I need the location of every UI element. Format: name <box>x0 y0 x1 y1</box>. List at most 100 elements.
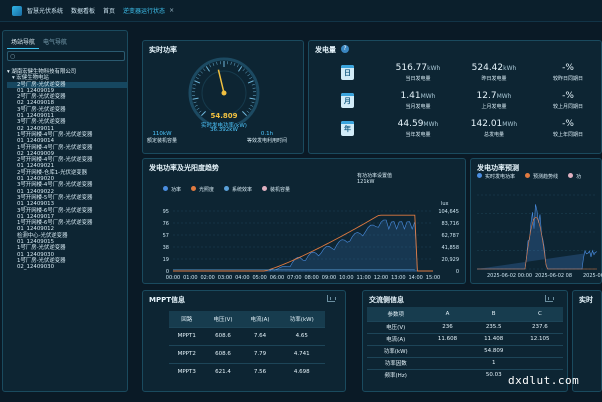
panel-title: 发电量 <box>315 46 336 54</box>
calendar-icon: 年 <box>341 121 354 136</box>
table-cell: 11.408 <box>470 332 517 345</box>
table-row: MPPT1 608.6 7.64 4.65 <box>169 326 325 345</box>
gauge-tick <box>251 84 255 86</box>
nav-dashboard[interactable]: 数据看板 <box>71 6 95 15</box>
gauge-tick <box>249 97 256 100</box>
table-cell: 608.6 <box>204 344 242 363</box>
sidebar: 场站导航 电气导航 ○ ▾ 湖南宏健生物科技有限公司 ▾ 宏健生物电站 2号厂房… <box>2 30 128 392</box>
table-header: A <box>424 307 471 321</box>
gauge-tick <box>216 61 218 65</box>
table-cell: 7.79 <box>241 344 279 363</box>
generation-row: 日 516.77kWh 当日发电量 524.42kWh 昨日发电量 -% 较昨日同期日 <box>341 63 602 85</box>
calendar-icon: 月 <box>341 93 354 108</box>
table-row: 功率因数 1 <box>367 356 563 369</box>
tab-inverter-status[interactable]: 逆变器运行状态 <box>123 6 165 15</box>
x-tick: 2025-06-03 <box>583 273 602 279</box>
table-row: MPPT2 608.6 7.79 4.741 <box>169 344 325 363</box>
gauge-needle <box>217 69 225 94</box>
table-cell: 54.809 <box>424 344 563 357</box>
y-tick-right: 20,929 <box>442 257 460 263</box>
y-tick-right: 83,716 <box>442 221 460 227</box>
x-tick: 00:00 <box>166 275 180 281</box>
top-bar: 智慧光伏系统 数据看板 首页 逆变器运行状态 × <box>0 0 602 22</box>
y-tick-left: 76 <box>163 221 169 227</box>
panel-title: 实时 <box>579 296 593 304</box>
gauge-tick <box>192 97 199 100</box>
table-row: MPPT3 621.4 7.56 4.698 <box>169 362 325 381</box>
close-tab-icon[interactable]: × <box>169 7 174 14</box>
table-header: C <box>516 307 563 321</box>
table-cell: 7.64 <box>241 326 279 345</box>
table-cell: 12.105 <box>516 332 563 345</box>
table-header: 电压(V) <box>204 311 242 327</box>
x-tick: 13:00 <box>391 275 405 281</box>
table-header: B <box>470 307 517 321</box>
generation-row: 月 1.41MWh 当月发电量 12.7MWh 上月发电量 -% 较上月同期日 <box>341 91 602 113</box>
gauge-tick <box>193 84 197 86</box>
gauge-tick <box>194 104 198 107</box>
mppt-panel: MPPT信息 回路 电压(V) 电流(A) 功率(kW) MPPT1 608.6 7.64 4… <box>142 290 346 392</box>
y-tick-left: 95 <box>163 209 169 215</box>
chart-toggle-icon[interactable] <box>327 295 336 302</box>
gauge-tick <box>194 80 201 84</box>
x-tick: 11:00 <box>356 275 370 281</box>
realtime-power-series <box>477 204 598 270</box>
table-cell: 频率(Hz) <box>367 368 425 381</box>
tree-device-item[interactable]: 02_12409030 <box>7 264 127 270</box>
station-tree: ▾ 湖南宏健生物科技有限公司 ▾ 宏健生物电站 2号厂房-光伏逆变器 01_124… <box>7 69 127 271</box>
generation-stat: 12.7MWh 上月发电量 <box>476 91 512 110</box>
gauge-tick <box>193 101 197 104</box>
table-cell: 功率(kW) <box>367 344 425 357</box>
x-tick: 07:00 <box>287 275 301 281</box>
table-cell: 608.6 <box>204 326 242 345</box>
y-tick-right: 0 <box>456 269 459 275</box>
x-tick: 05:00 <box>252 275 266 281</box>
help-icon[interactable]: ? <box>341 45 349 53</box>
app-title: 智慧光伏系统 <box>27 8 64 15</box>
table-cell: 4.65 <box>278 326 325 345</box>
table-cell: MPPT2 <box>169 344 205 363</box>
generation-stat: -% 较上年同期日 <box>552 119 583 138</box>
gauge-tick <box>203 68 206 72</box>
table-cell: MPPT3 <box>169 362 205 381</box>
tab-station-nav[interactable]: 场站导航 <box>7 35 40 49</box>
gauge-tick <box>236 64 239 68</box>
gauge-value: 54.809 <box>210 112 238 120</box>
panel-title: MPPT信息 <box>149 296 186 304</box>
panel-title: 实时功率 <box>149 46 177 54</box>
gauge-tick <box>200 71 203 74</box>
nav-home[interactable]: 首页 <box>103 6 115 15</box>
y-tick-right: 104,645 <box>438 209 459 215</box>
tab-electrical-nav[interactable]: 电气导航 <box>39 35 71 49</box>
table-cell: 4.698 <box>278 362 325 381</box>
panel-title: 交流侧信息 <box>369 296 404 304</box>
y-tick-right: 62,787 <box>442 233 460 239</box>
power-trend-panel: 发电功率及光阳度趋势 有功功率设置值 121kW 功率 光照度 系统效率 装机容量 9… <box>142 158 466 284</box>
gauge-tick <box>230 61 232 65</box>
ac-table: 参数项 A B C 电压(V) 236 235.5 237.6 电流(A) 11.608 11.40… <box>367 307 563 381</box>
generation-stat: 142.01MWh 总发电量 <box>470 119 518 138</box>
table-cell: 237.6 <box>516 320 563 333</box>
table-cell: 7.56 <box>241 362 279 381</box>
gauge-tick <box>245 71 248 74</box>
x-tick: 12:00 <box>374 275 388 281</box>
y-tick-left: 19 <box>163 257 169 263</box>
generation-row: 年 44.59MWh 当年发电量 142.01MWh 总发电量 -% 较上年同期日 <box>341 119 602 141</box>
generation-stat: -% 较昨日同期日 <box>552 63 583 82</box>
chart-toggle-icon[interactable] <box>545 295 554 302</box>
x-tick: 10:00 <box>339 275 353 281</box>
gauge-tick <box>249 77 253 80</box>
table-header: 电流(A) <box>241 311 279 327</box>
gauge-tick <box>197 73 201 77</box>
mppt-table: 回路 电压(V) 电流(A) 功率(kW) MPPT1 608.6 7.64 4.65 MPPT… <box>169 311 325 381</box>
table-cell: 235.5 <box>470 320 517 333</box>
table-row: 电压(V) 236 235.5 237.6 <box>367 320 563 333</box>
search-input[interactable]: ○ <box>7 51 125 61</box>
generation-stat: 1.41MWh 当月发电量 <box>400 91 436 110</box>
generation-stat: 524.42kWh 昨日发电量 <box>471 63 517 82</box>
table-cell: 电压(V) <box>367 320 425 333</box>
x-tick: 09:00 <box>322 275 336 281</box>
gauge-tick <box>233 62 236 66</box>
generation-stat: -% 较上月同期日 <box>552 91 583 110</box>
forecast-panel: 发电功率预测 实时发电功率 预测趋势线功 2025-06-02 00:00 2025… <box>470 158 602 284</box>
